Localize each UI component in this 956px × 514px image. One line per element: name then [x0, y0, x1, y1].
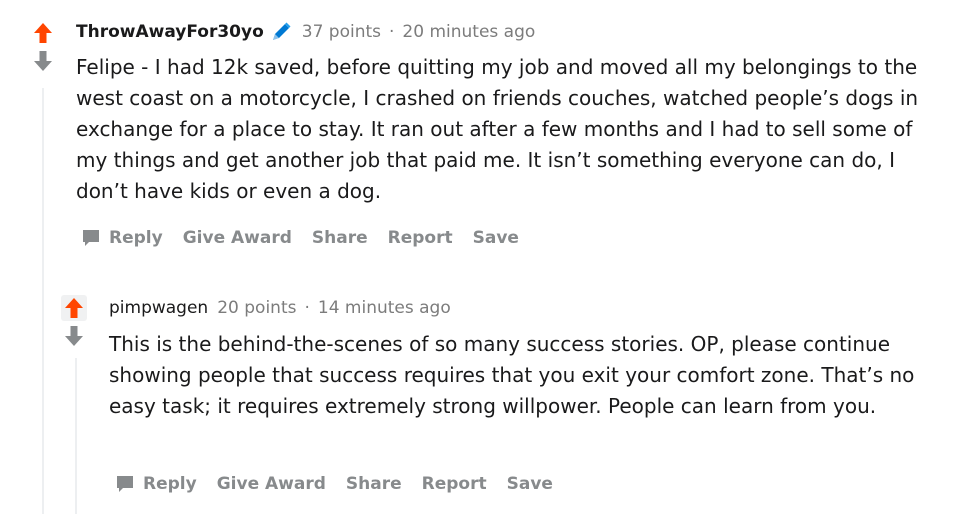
author-link[interactable]: pimpwagen	[109, 298, 208, 318]
upvote-button[interactable]	[61, 295, 87, 321]
reply-label: Reply	[109, 228, 163, 248]
comment-actions: Reply Give Award Share Report Save	[115, 474, 573, 494]
comment-meta: pimpwagen 20 points · 14 minutes ago	[109, 298, 451, 318]
downvote-arrow-icon	[65, 326, 83, 346]
share-button[interactable]: Share	[312, 228, 368, 248]
author-link[interactable]: ThrowAwayFor30yo	[76, 22, 264, 42]
vote-column	[61, 295, 87, 349]
comment-meta: ThrowAwayFor30yo 37 points · 20 minutes …	[76, 21, 535, 43]
upvote-button[interactable]	[30, 20, 56, 46]
pencil-icon	[270, 21, 292, 43]
downvote-arrow-icon	[34, 51, 52, 71]
report-button[interactable]: Report	[388, 228, 453, 248]
timestamp[interactable]: 14 minutes ago	[318, 298, 451, 318]
comment-body: Felipe - I had 12k saved, before quittin…	[76, 55, 919, 203]
share-button[interactable]: Share	[346, 474, 402, 494]
save-button[interactable]: Save	[507, 474, 553, 494]
thread-line[interactable]	[75, 358, 77, 514]
reply-button[interactable]: Reply	[81, 228, 163, 248]
upvote-arrow-icon	[34, 23, 52, 43]
comment-actions: Reply Give Award Share Report Save	[81, 228, 539, 248]
downvote-button[interactable]	[61, 323, 87, 349]
save-button[interactable]: Save	[473, 228, 519, 248]
thread-line[interactable]	[42, 88, 44, 514]
timestamp[interactable]: 20 minutes ago	[402, 22, 535, 42]
meta-separator: ·	[389, 22, 395, 42]
vote-column	[30, 20, 56, 74]
give-award-button[interactable]: Give Award	[217, 474, 326, 494]
speech-bubble-icon	[83, 230, 99, 246]
report-button[interactable]: Report	[422, 474, 487, 494]
downvote-button[interactable]	[30, 48, 56, 74]
give-award-button[interactable]: Give Award	[183, 228, 292, 248]
upvote-arrow-icon	[65, 298, 83, 318]
speech-bubble-icon	[117, 476, 133, 492]
comment-body: This is the behind-the-scenes of so many…	[109, 332, 915, 418]
points: 37 points	[301, 22, 382, 42]
reply-button[interactable]: Reply	[115, 474, 197, 494]
points: 20 points	[217, 298, 297, 318]
meta-separator: ·	[304, 298, 310, 318]
reply-label: Reply	[143, 474, 197, 494]
